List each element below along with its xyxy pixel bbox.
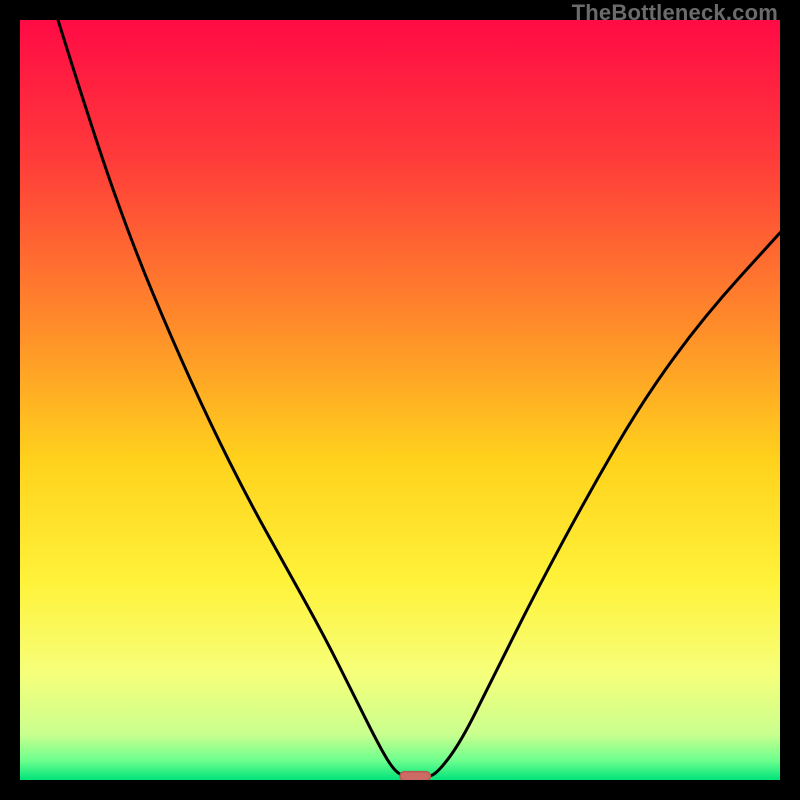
plot-area [20, 20, 780, 780]
chart-canvas [20, 20, 780, 780]
chart-frame: TheBottleneck.com [0, 0, 800, 800]
watermark-text: TheBottleneck.com [572, 0, 778, 26]
optimal-marker [400, 772, 430, 780]
gradient-background [20, 20, 780, 780]
